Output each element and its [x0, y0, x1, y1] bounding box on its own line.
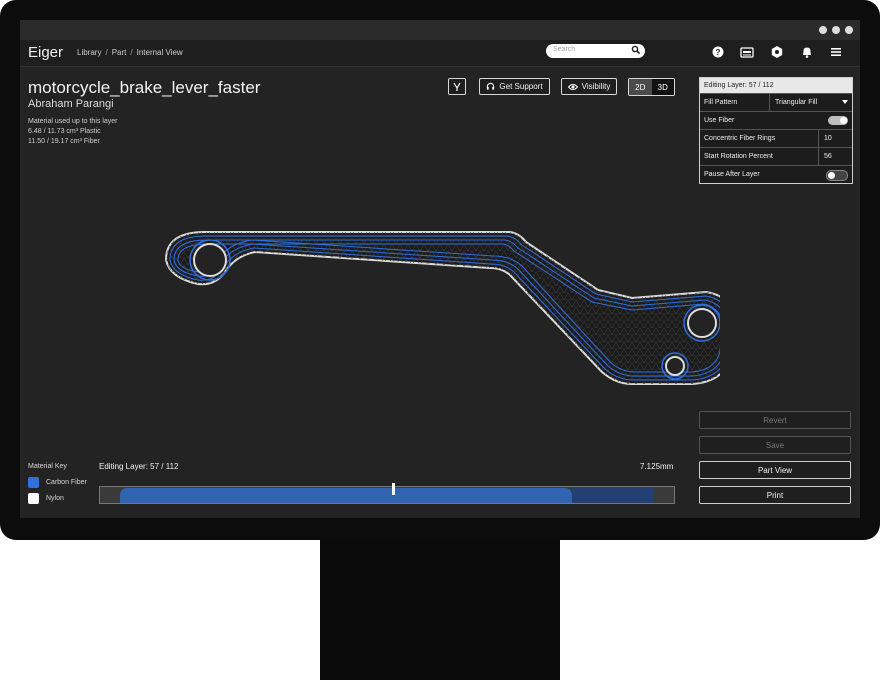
layer-settings-panel: Editing Layer: 57 / 112 Fill Pattern Tri… [699, 77, 853, 184]
pause-row: Pause After Layer [700, 165, 852, 184]
plastic-usage: 6.48 / 11.73 cm³ Plastic [28, 128, 101, 135]
branch-icon [453, 82, 461, 91]
visibility-label: Visibility [581, 82, 611, 91]
search-icon [631, 45, 641, 55]
layer-slider-remaining [572, 488, 654, 503]
fiber-usage: 11.50 / 19.17 cm³ Fiber [28, 138, 100, 145]
use-fiber-label: Use Fiber [704, 117, 735, 124]
chevron-down-icon [842, 100, 848, 104]
eye-icon [567, 83, 578, 90]
rotation-label: Start Rotation Percent [704, 153, 773, 160]
nylon-label: Nylon [46, 495, 64, 502]
search-placeholder: Search [553, 46, 576, 53]
fork-button[interactable] [448, 78, 466, 95]
window-minimize-button[interactable] [819, 26, 827, 34]
part-title: motorcycle_brake_lever_faster [28, 78, 261, 97]
material-key-title: Material Key [28, 463, 67, 470]
view-3d-button[interactable]: 3D [651, 79, 674, 95]
layer-slider-track[interactable] [99, 483, 675, 504]
printer-icon[interactable] [740, 45, 754, 59]
use-fiber-row: Use Fiber [700, 111, 852, 130]
window-maximize-button[interactable] [832, 26, 840, 34]
pivot-hole [193, 243, 227, 277]
bell-icon[interactable] [800, 45, 814, 59]
revert-button[interactable]: Revert [699, 411, 851, 429]
breadcrumb-separator: / [105, 48, 108, 57]
material-usage: Material used up to this layer 6.48 / 11… [28, 117, 118, 147]
save-button[interactable]: Save [699, 436, 851, 454]
svg-text:?: ? [716, 48, 721, 57]
view-mode-toggle: 2D 3D [628, 78, 675, 96]
pause-label: Pause After Layer [704, 171, 760, 178]
brand-logo[interactable]: Eiger [28, 44, 63, 61]
window-close-button[interactable] [845, 26, 853, 34]
part-view-button[interactable]: Part View [699, 461, 851, 479]
slider-layer-label: Editing Layer: 57 / 112 [99, 462, 179, 471]
fill-pattern-label: Fill Pattern [704, 99, 738, 106]
monitor-frame: Eiger Library / Part / Internal View Search … [0, 0, 880, 540]
get-support-label: Get Support [499, 82, 543, 91]
fiber-rings-label: Concentric Fiber Rings [704, 135, 776, 142]
fiber-rings-input[interactable]: 10 [818, 130, 852, 147]
nylon-swatch [28, 493, 39, 504]
visibility-button[interactable]: Visibility [561, 78, 617, 95]
part-owner: Abraham Parangi [28, 98, 114, 110]
settings-hex-icon[interactable] [770, 45, 784, 59]
carbon-fiber-swatch [28, 477, 39, 488]
breadcrumb: Library / Part / Internal View [77, 48, 183, 57]
layer-slider-handle[interactable] [392, 483, 395, 495]
layer-height-label: 7.125mm [640, 462, 674, 471]
get-support-button[interactable]: Get Support [479, 78, 550, 95]
rotation-row: Start Rotation Percent 56 [700, 147, 852, 166]
breadcrumb-part[interactable]: Part [112, 48, 127, 57]
layer-slider-filled [120, 488, 572, 503]
mount-hole-small [665, 356, 685, 376]
menu-icon[interactable] [829, 45, 843, 59]
pause-after-layer-toggle[interactable] [826, 170, 848, 181]
view-2d-button[interactable]: 2D [629, 79, 652, 95]
fill-pattern-value: Triangular Fill [775, 99, 818, 106]
window-title-bar [20, 20, 860, 40]
carbon-fiber-label: Carbon Fiber [46, 479, 87, 486]
material-usage-heading: Material used up to this layer [28, 118, 118, 125]
search-input[interactable]: Search [546, 44, 645, 58]
print-button[interactable]: Print [699, 486, 851, 504]
fiber-rings-row: Concentric Fiber Rings 10 [700, 129, 852, 148]
fill-pattern-select[interactable]: Triangular Fill [769, 94, 852, 111]
breadcrumb-library[interactable]: Library [77, 48, 101, 57]
breadcrumb-separator: / [130, 48, 133, 57]
triangular-fill-area [166, 232, 720, 384]
fill-pattern-row: Fill Pattern Triangular Fill [700, 93, 852, 112]
panel-layer-header: Editing Layer: 57 / 112 [700, 78, 852, 93]
use-fiber-toggle[interactable] [828, 116, 848, 125]
app-screen: Eiger Library / Part / Internal View Search … [20, 20, 860, 518]
rotation-input[interactable]: 56 [818, 148, 852, 165]
monitor-stand [320, 538, 560, 680]
part-layer-preview[interactable] [150, 200, 720, 400]
help-icon[interactable]: ? [711, 45, 725, 59]
mount-hole-large [687, 308, 717, 338]
top-navigation-bar: Eiger Library / Part / Internal View Search … [20, 40, 860, 67]
breadcrumb-internal-view[interactable]: Internal View [137, 48, 183, 57]
headset-icon [487, 82, 495, 90]
